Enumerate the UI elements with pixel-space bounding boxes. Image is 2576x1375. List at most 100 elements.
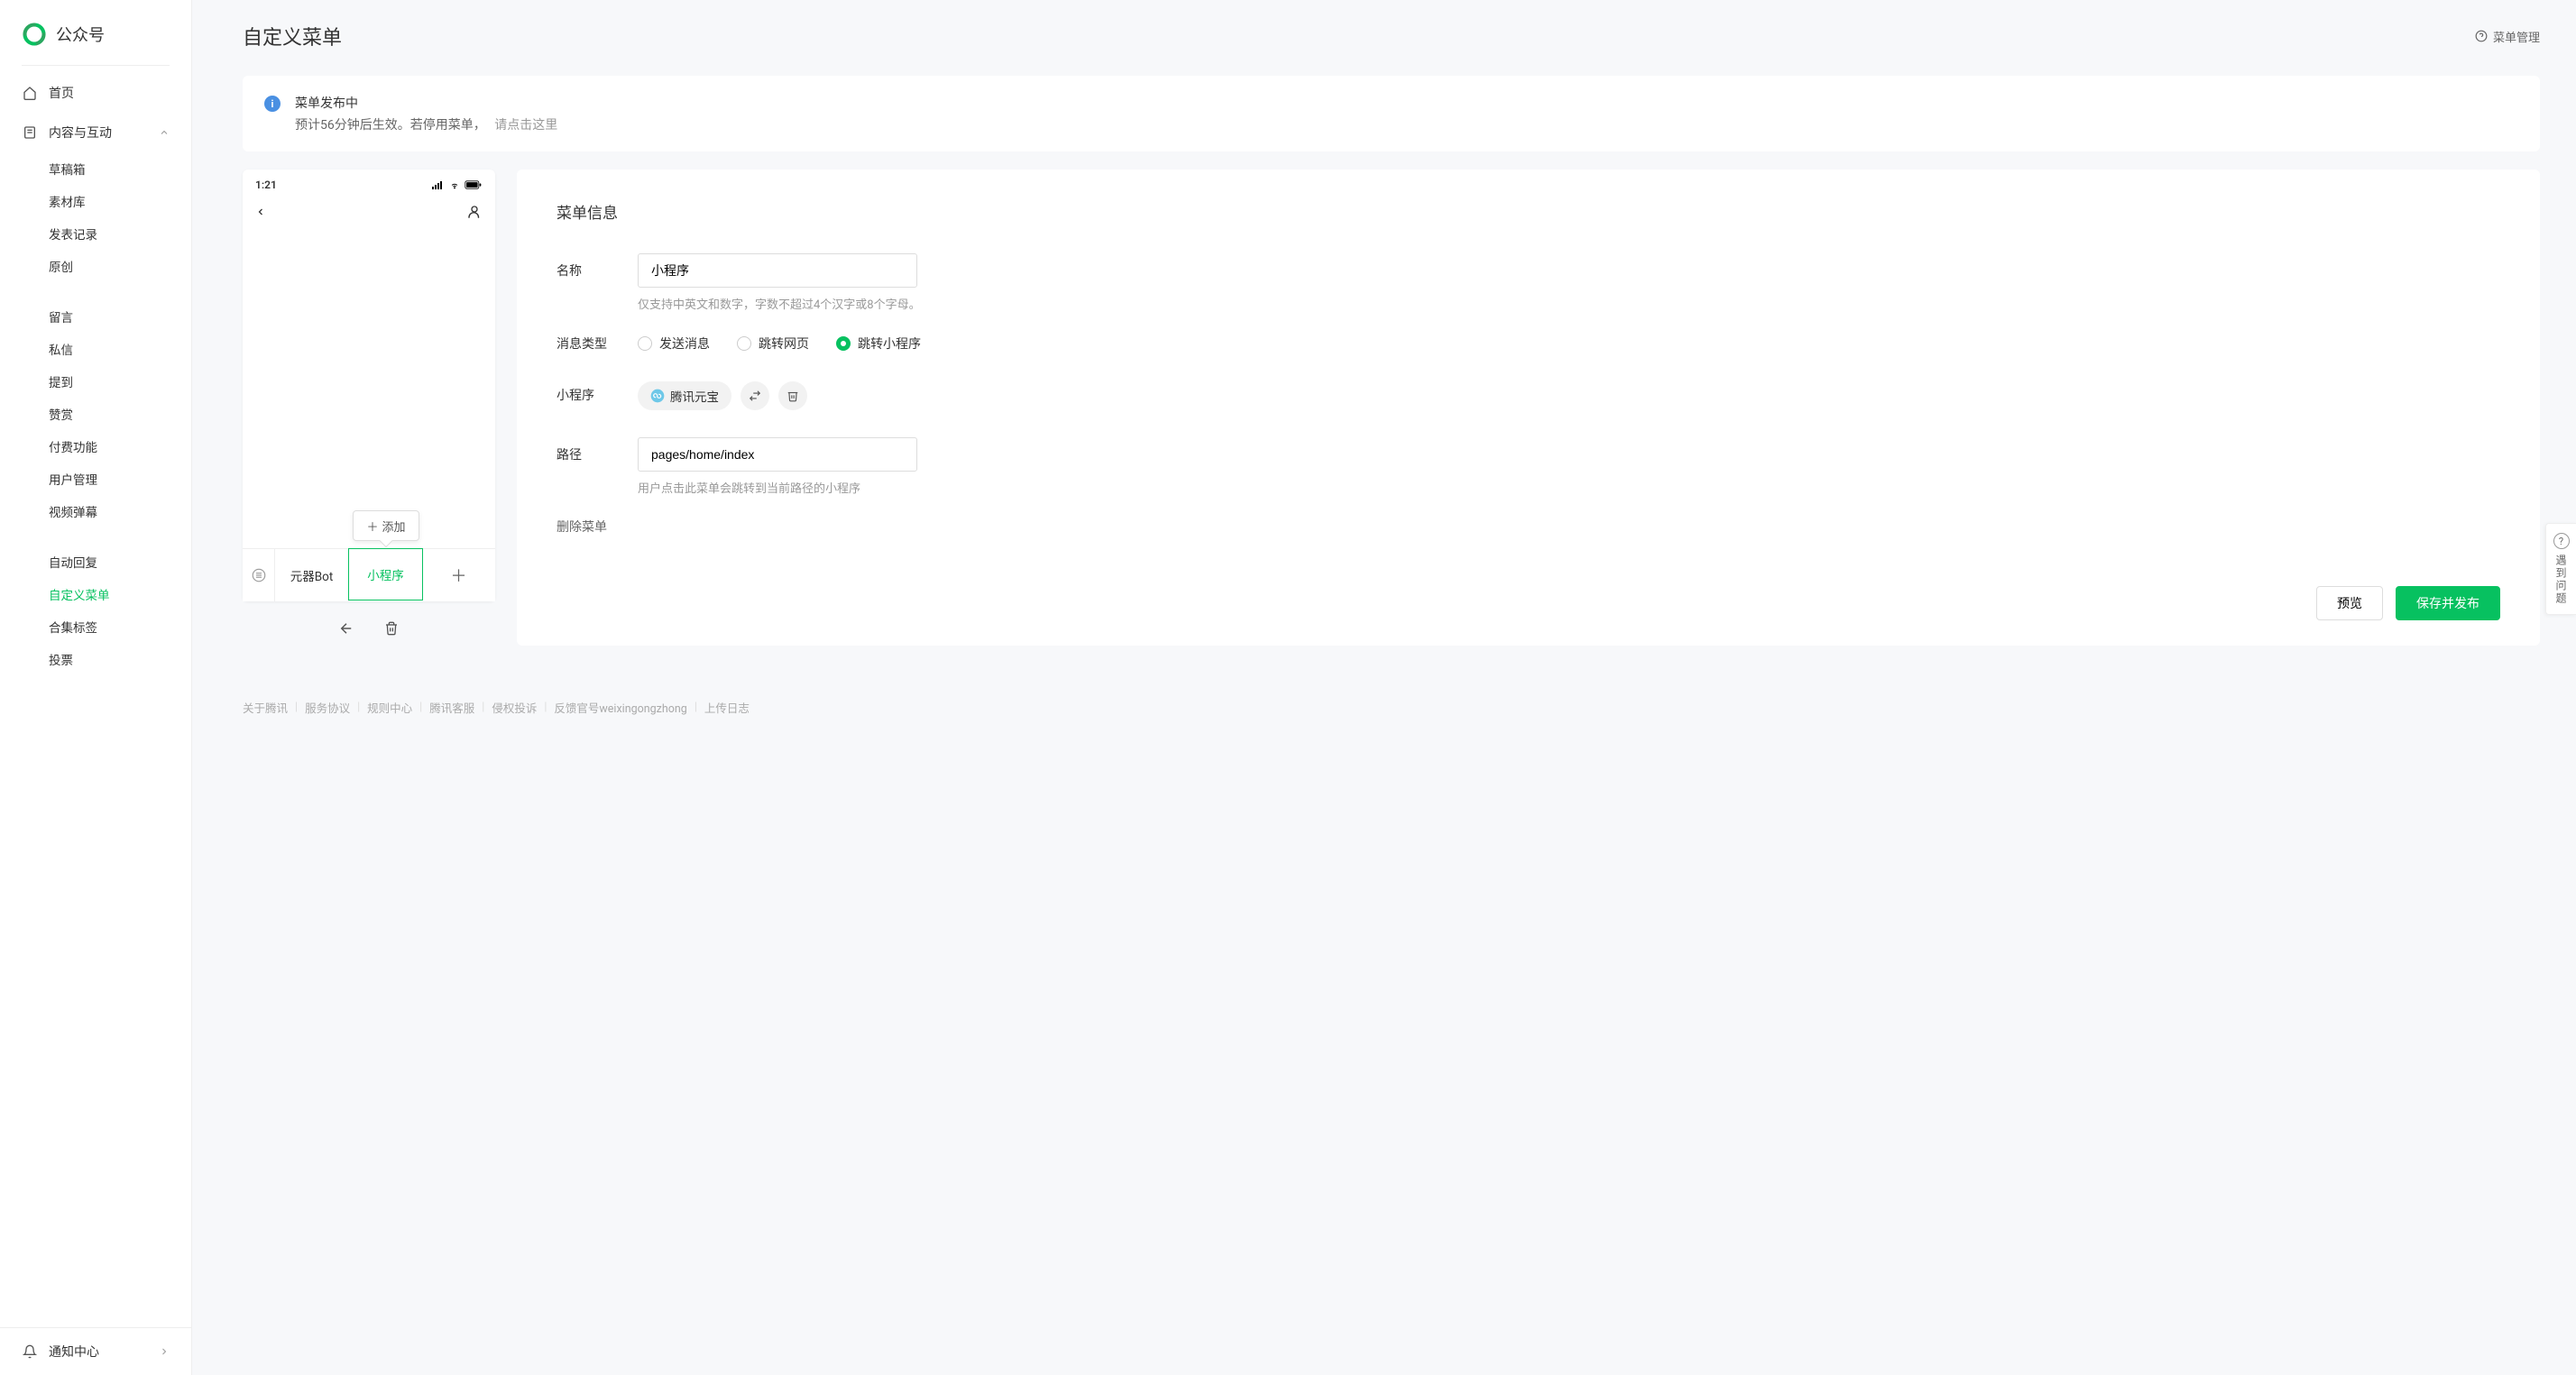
move-left-button[interactable]: [332, 614, 361, 643]
divider: [22, 65, 170, 66]
sidebar-header: 公众号: [0, 0, 191, 65]
help-icon: ?: [2553, 533, 2570, 549]
delete-button[interactable]: [377, 614, 406, 643]
footer-tos[interactable]: 服务协议: [305, 699, 350, 716]
nav-content-group[interactable]: 内容与互动: [0, 113, 191, 152]
radio-label: 发送消息: [659, 335, 710, 353]
nav-home[interactable]: 首页: [0, 73, 191, 113]
save-publish-button[interactable]: 保存并发布: [2396, 586, 2500, 620]
add-submenu-button[interactable]: ＋ 添加: [353, 510, 419, 541]
phone-nav-bar: [243, 197, 495, 231]
alert-disable-link[interactable]: 请点击这里: [494, 118, 557, 133]
phone-status-bar: 1:21: [243, 170, 495, 197]
radio-icon: [737, 336, 751, 351]
nav-collection-tag[interactable]: 合集标签: [0, 610, 191, 643]
footer-support[interactable]: 腾讯客服: [429, 699, 474, 716]
float-help-label: 遇到问题: [2553, 555, 2569, 605]
nav-label: 通知中心: [49, 1343, 99, 1361]
miniprogram-name: 腾讯元宝: [670, 387, 719, 405]
wifi-icon: [448, 180, 461, 189]
footer-infringe[interactable]: 侵权投诉: [492, 699, 537, 716]
menu-detail-panel: 菜单信息 名称 仅支持中英文和数字，字数不超过4个汉字或8个字母。 消息类型: [517, 170, 2540, 646]
preview-button[interactable]: 预览: [2316, 586, 2383, 620]
nav-notification[interactable]: 通知中心: [0, 1328, 191, 1375]
plus-icon: ＋: [366, 518, 378, 535]
brand-text: 公众号: [56, 23, 105, 46]
nav-label: 首页: [49, 84, 74, 102]
phone-body: ＋ 添加: [243, 231, 495, 548]
nav-assets[interactable]: 素材库: [0, 185, 191, 217]
add-submenu-label: 添加: [382, 518, 406, 535]
home-icon: [22, 85, 38, 101]
path-label: 路径: [557, 437, 638, 463]
radio-jump-url[interactable]: 跳转网页: [737, 335, 809, 353]
radio-send-message[interactable]: 发送消息: [638, 335, 710, 353]
phone-menu-bar: 元器Bot 小程序 ＋: [243, 548, 495, 601]
page-header: 自定义菜单 菜单管理: [243, 22, 2540, 50]
delete-menu-link[interactable]: 删除菜单: [557, 518, 2500, 536]
chevron-right-icon: [159, 1346, 170, 1357]
footer-about[interactable]: 关于腾讯: [243, 699, 288, 716]
nav-comments[interactable]: 留言: [0, 300, 191, 333]
menu-item-1[interactable]: 元器Bot: [275, 549, 349, 601]
alert-title: 菜单发布中: [295, 94, 557, 112]
detail-title: 菜单信息: [557, 200, 2500, 223]
path-hint: 用户点击此菜单会跳转到当前路径的小程序: [638, 479, 1143, 496]
sidebar-footer: 通知中心: [0, 1327, 191, 1375]
miniprogram-label: 小程序: [557, 378, 638, 404]
chevron-up-icon: [159, 127, 170, 138]
footer-upload-log[interactable]: 上传日志: [704, 699, 750, 716]
nav-dm[interactable]: 私信: [0, 333, 191, 365]
footer-feedback[interactable]: 反馈官号weixingongzhong: [554, 699, 686, 716]
swap-miniprogram-button[interactable]: [741, 381, 769, 410]
radio-jump-miniprogram[interactable]: 跳转小程序: [836, 335, 921, 353]
keyboard-toggle-icon[interactable]: [243, 549, 275, 601]
content-icon: [22, 124, 38, 141]
radio-label: 跳转小程序: [858, 335, 921, 353]
nav-custom-menu[interactable]: 自定义菜单: [0, 578, 191, 610]
remove-miniprogram-button[interactable]: [778, 381, 807, 410]
nav-vote[interactable]: 投票: [0, 643, 191, 675]
miniprogram-tag: 腾讯元宝: [638, 381, 731, 410]
add-menu-button[interactable]: ＋: [422, 549, 495, 601]
miniprogram-icon: [650, 389, 665, 403]
main: 自定义菜单 菜单管理 i 菜单发布中 预计56分钟后生效。若停用菜单， 请点击这…: [192, 0, 2576, 1375]
menu-item-2[interactable]: 小程序: [348, 548, 423, 600]
help-icon: [2475, 30, 2488, 42]
alert-text: 预计56分钟后生效。若停用菜单，: [295, 118, 486, 133]
float-help-button[interactable]: ? 遇到问题: [2545, 523, 2576, 615]
footer-rules[interactable]: 规则中心: [367, 699, 412, 716]
nav-paid[interactable]: 付费功能: [0, 430, 191, 463]
sidebar-nav: 首页 内容与互动 草稿箱 素材库 发表记录 原创 留言 私信 提到 赞赏 付费功…: [0, 73, 191, 1327]
nav-user-mgmt[interactable]: 用户管理: [0, 463, 191, 495]
name-label: 名称: [557, 253, 638, 280]
bell-icon: [22, 1343, 38, 1360]
info-icon: i: [264, 96, 281, 112]
back-icon: [255, 204, 266, 220]
help-link-text: 菜单管理: [2493, 28, 2540, 45]
publish-alert: i 菜单发布中 预计56分钟后生效。若停用菜单， 请点击这里: [243, 76, 2540, 151]
nav-mention[interactable]: 提到: [0, 365, 191, 398]
signal-icon: [432, 180, 445, 189]
name-hint: 仅支持中英文和数字，字数不超过4个汉字或8个字母。: [638, 295, 1143, 312]
phone-time: 1:21: [255, 179, 277, 191]
radio-label: 跳转网页: [759, 335, 809, 353]
nav-publish-log[interactable]: 发表记录: [0, 217, 191, 250]
nav-label: 内容与互动: [49, 124, 112, 142]
type-label: 消息类型: [557, 326, 638, 353]
nav-reward[interactable]: 赞赏: [0, 398, 191, 430]
menu-management-link[interactable]: 菜单管理: [2475, 28, 2540, 45]
nav-original[interactable]: 原创: [0, 250, 191, 282]
nav-auto-reply[interactable]: 自动回复: [0, 545, 191, 578]
nav-drafts[interactable]: 草稿箱: [0, 152, 191, 185]
radio-icon: [836, 336, 851, 351]
page-title: 自定义菜单: [243, 22, 342, 50]
path-input[interactable]: [638, 437, 917, 472]
wechat-oa-logo-icon: [22, 22, 47, 47]
name-input[interactable]: [638, 253, 917, 288]
sidebar: 公众号 首页 内容与互动 草稿箱 素材库 发表记录 原: [0, 0, 192, 1375]
radio-icon: [638, 336, 652, 351]
phone-actions: [243, 601, 495, 655]
nav-video-danmu[interactable]: 视频弹幕: [0, 495, 191, 527]
phone-preview: 1:21: [243, 170, 495, 601]
